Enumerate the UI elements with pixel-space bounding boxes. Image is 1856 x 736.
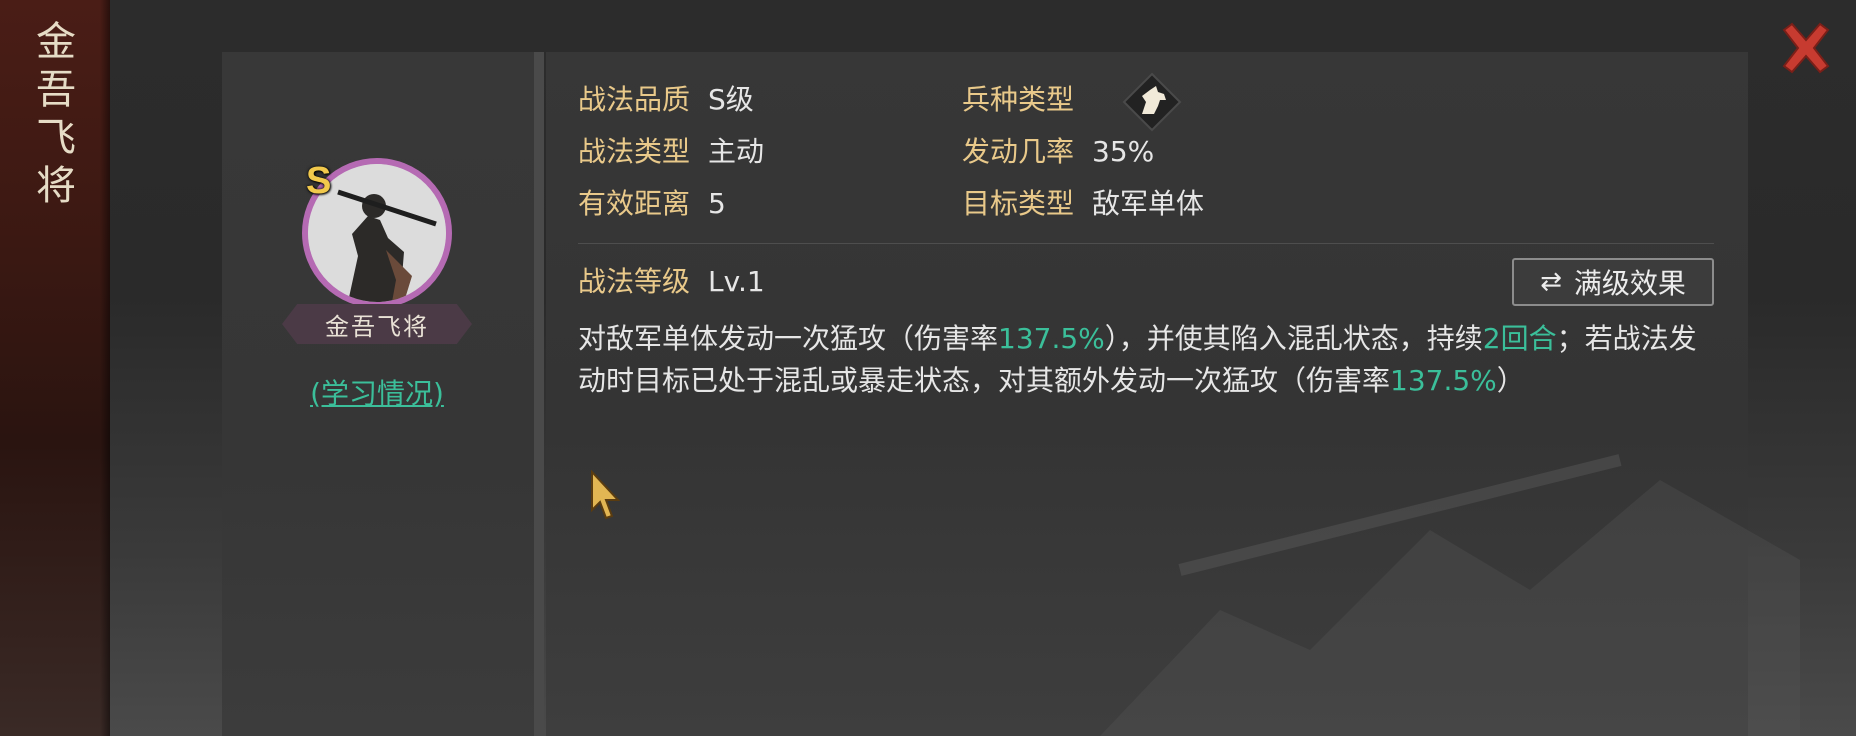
max-level-effect-button[interactable]: ⇄ 满级效果 [1512,258,1714,306]
skill-name-banner: 金吾飞将 [282,304,472,344]
range-row: 有效距离 5 [578,186,726,222]
desc-text: 对敌军单体发动一次猛攻（伤害率 [578,322,999,355]
target-row: 目标类型 敌军单体 [962,186,1204,222]
target-value: 敌军单体 [1092,187,1205,220]
level-row: 战法等级 Lv.1 [578,264,765,300]
close-icon[interactable] [1778,20,1834,76]
side-title-char: 吾 [36,67,76,113]
skill-name: 金吾飞将 [325,312,429,341]
trigger-rate-row: 发动几率 35% [962,134,1154,170]
range-value: 5 [708,187,726,220]
skill-description: 对敌军单体发动一次猛攻（伤害率137.5%），并使其陷入混乱状态，持续2回合；若… [578,318,1718,402]
damage-rate-value: 137.5% [998,322,1105,355]
grade-badge: S [306,160,332,202]
desc-text: ） [1496,364,1525,397]
side-title-char: 将 [36,163,76,209]
unit-type-row: 兵种类型 [962,82,1074,118]
damage-rate-value: 137.5% [1390,364,1497,397]
side-strip: 金 吾 飞 将 [0,0,110,736]
divider [578,243,1714,244]
quality-row: 战法品质 S级 [578,82,754,118]
horse-icon [1122,72,1182,132]
level-value: Lv.1 [708,265,765,298]
side-title: 金 吾 飞 将 [30,18,82,210]
cursor-arrow-icon [591,470,621,520]
skill-type-label: 战法类型 [578,135,691,168]
quality-label: 战法品质 [578,83,691,116]
unit-type-label: 兵种类型 [962,83,1075,116]
side-title-char: 飞 [36,115,76,161]
study-status-link[interactable]: (学习情况) [232,372,522,412]
trigger-rate-value: 35% [1092,135,1155,168]
range-label: 有效距离 [578,187,691,220]
quality-value: S级 [708,83,754,116]
skill-type-value: 主动 [708,135,765,168]
max-level-effect-label: 满级效果 [1573,267,1686,300]
target-label: 目标类型 [962,187,1075,220]
side-title-char: 金 [36,19,76,65]
level-label: 战法等级 [578,265,691,298]
swap-icon: ⇄ [1540,267,1562,297]
duration-value: 2回合 [1482,322,1557,355]
skill-type-row: 战法类型 主动 [578,134,764,170]
background-art [1100,454,1800,736]
trigger-rate-label: 发动几率 [962,135,1075,168]
desc-text: ），并使其陷入混乱状态，持续 [1104,322,1483,355]
